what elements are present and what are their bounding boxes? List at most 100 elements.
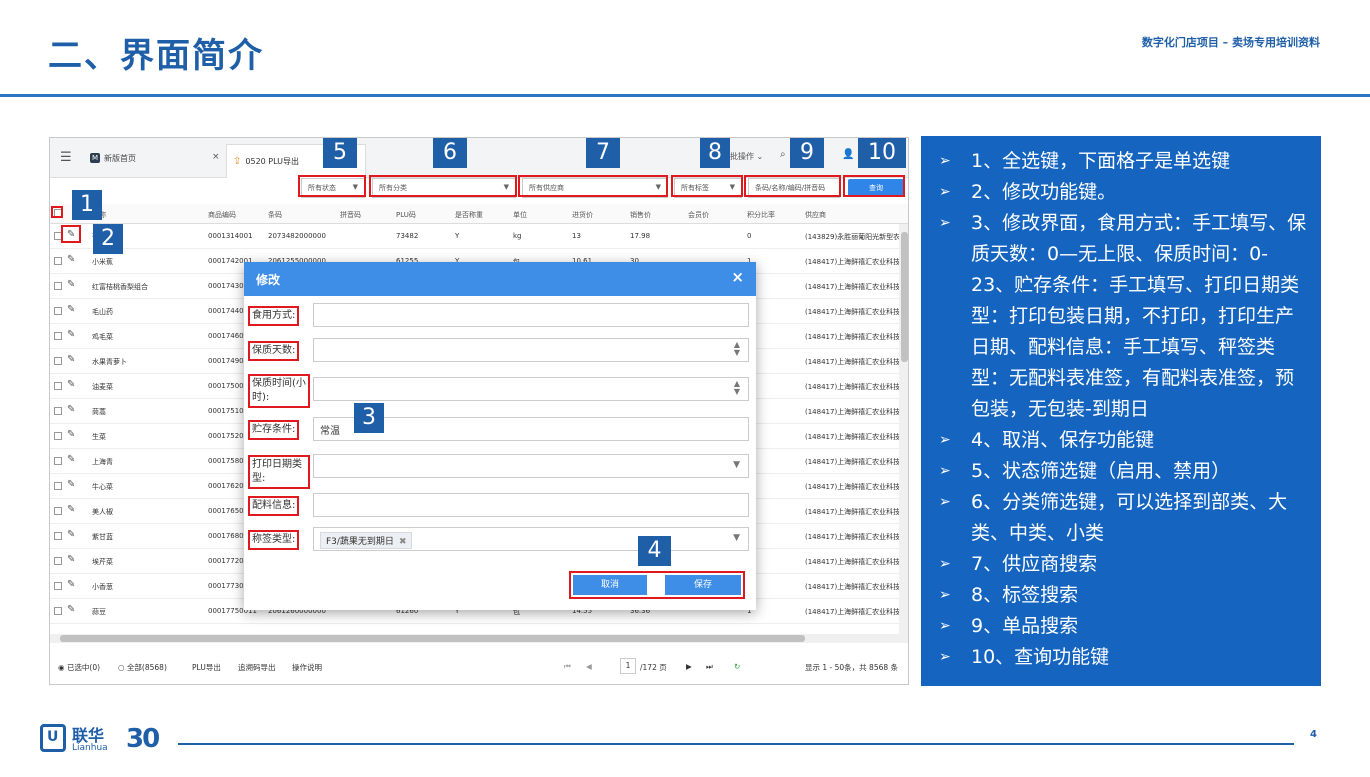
menu-icon[interactable]: ☰ bbox=[60, 150, 72, 165]
edit-icon[interactable]: ✎ bbox=[67, 379, 75, 390]
cancel-button[interactable]: 取消 bbox=[573, 575, 647, 595]
tab-home-label: 新版首页 bbox=[104, 153, 136, 163]
edit-icon[interactable]: ✎ bbox=[67, 479, 75, 490]
row-checkbox[interactable] bbox=[54, 582, 62, 590]
panel-item: ➢ 9、单品搜索 bbox=[935, 611, 1307, 642]
col-supplier[interactable]: 供应商 bbox=[805, 210, 826, 220]
title-divider bbox=[0, 94, 1370, 97]
remove-tag-icon[interactable]: ✖ bbox=[399, 537, 407, 547]
search-icon[interactable]: ⌕ bbox=[780, 149, 786, 160]
plu-export-button[interactable]: PLU导出 bbox=[192, 662, 221, 673]
edit-icon[interactable]: ✎ bbox=[67, 529, 75, 540]
tab-close-icon[interactable]: × bbox=[212, 152, 220, 162]
cell-code: 00017510 bbox=[208, 407, 244, 415]
arrow-bullet-icon: ➢ bbox=[939, 618, 951, 634]
callout-2: 2 bbox=[93, 224, 123, 254]
edit-icon[interactable]: ✎ bbox=[67, 554, 75, 565]
row-checkbox[interactable] bbox=[54, 607, 62, 615]
arrow-bullet-icon: ➢ bbox=[939, 556, 951, 572]
arrow-bullet-icon: ➢ bbox=[939, 587, 951, 603]
row-checkbox[interactable] bbox=[54, 382, 62, 390]
save-button[interactable]: 保存 bbox=[665, 575, 741, 595]
panel-item: ➢ 8、标签搜索 bbox=[935, 580, 1307, 611]
prev-page-icon[interactable]: ◀ bbox=[586, 662, 592, 671]
col-cost[interactable]: 进货价 bbox=[572, 210, 593, 220]
row-checkbox[interactable] bbox=[54, 407, 62, 415]
edit-icon[interactable]: ✎ bbox=[67, 579, 75, 590]
shelf-hours-input[interactable]: ▲ ▼ bbox=[313, 377, 749, 401]
col-points[interactable]: 积分比率 bbox=[747, 210, 775, 220]
edit-icon[interactable]: ✎ bbox=[67, 404, 75, 415]
cell-name: 毛山药 bbox=[92, 308, 113, 316]
label-type-tag: F3/蔬果无到期日 ✖ bbox=[320, 532, 413, 549]
arrow-bullet-icon: ➢ bbox=[939, 649, 951, 665]
stepper-icon[interactable]: ▲ ▼ bbox=[734, 341, 740, 357]
row-checkbox[interactable] bbox=[54, 507, 62, 515]
eating-method-input[interactable] bbox=[313, 303, 749, 327]
help-link[interactable]: 操作说明 bbox=[292, 662, 322, 673]
label-type-select[interactable]: F3/蔬果无到期日 ✖ ▼ bbox=[313, 527, 749, 551]
cell-supplier: (148417)上海鲜禧汇农业科技 bbox=[805, 608, 901, 616]
col-weigh[interactable]: 是否称重 bbox=[455, 210, 483, 220]
page-input[interactable]: 1 bbox=[620, 658, 636, 674]
shelf-days-input[interactable]: ▲ ▼ bbox=[313, 338, 749, 362]
edit-icon[interactable]: ✎ bbox=[67, 354, 75, 365]
vertical-scrollbar[interactable] bbox=[899, 224, 908, 634]
row-checkbox[interactable] bbox=[54, 307, 62, 315]
radio-all[interactable]: ○ 全部(8568) bbox=[118, 662, 167, 673]
trace-export-button[interactable]: 追溯码导出 bbox=[238, 662, 276, 673]
edit-icon[interactable]: ✎ bbox=[67, 279, 75, 290]
col-plu[interactable]: PLU码 bbox=[396, 210, 416, 220]
tab-home[interactable]: M 新版首页 bbox=[90, 146, 225, 170]
close-icon[interactable]: × bbox=[731, 268, 744, 286]
col-barcode[interactable]: 条码 bbox=[268, 210, 282, 220]
edit-icon[interactable]: ✎ bbox=[67, 254, 75, 265]
edit-icon[interactable]: ✎ bbox=[67, 504, 75, 515]
panel-item: ➢ 3、修改界面，食用方式：手工填写、保质天数：0—无上限、保质时间：0-23、贮… bbox=[935, 208, 1307, 425]
cell-name: 美人椒 bbox=[92, 508, 113, 516]
chevron-down-icon: ▼ bbox=[733, 460, 740, 470]
shelf-hours-label: 保质时间(小时): bbox=[248, 374, 310, 408]
next-page-icon[interactable]: ▶ bbox=[686, 662, 692, 671]
user-icon[interactable]: 👤 bbox=[842, 149, 854, 160]
col-unit[interactable]: 单位 bbox=[513, 210, 527, 220]
cell-barcode: 2073482000000 bbox=[268, 232, 326, 240]
row-checkbox[interactable] bbox=[54, 332, 62, 340]
col-price[interactable]: 销售价 bbox=[630, 210, 651, 220]
first-page-icon[interactable]: ⏮ bbox=[564, 662, 571, 672]
cell-name: 生菜 bbox=[92, 433, 106, 441]
row-checkbox[interactable] bbox=[54, 482, 62, 490]
panel-item-text: 4、取消、保存功能键 bbox=[971, 429, 1155, 451]
print-date-type-select[interactable]: ▼ bbox=[313, 454, 749, 478]
cell-plu: 73482 bbox=[396, 232, 419, 240]
horizontal-scrollbar[interactable] bbox=[50, 634, 908, 643]
row-checkbox[interactable] bbox=[54, 457, 62, 465]
edit-icon[interactable]: ✎ bbox=[67, 329, 75, 340]
row-checkbox[interactable] bbox=[54, 532, 62, 540]
refresh-icon[interactable]: ↻ bbox=[734, 662, 740, 671]
edit-icon[interactable]: ✎ bbox=[67, 604, 75, 615]
stepper-icon[interactable]: ▲ ▼ bbox=[734, 380, 740, 396]
batch-operation-menu[interactable]: 批操作 ⌄ bbox=[730, 151, 763, 162]
radio-selected[interactable]: ◉ 已选中(0) bbox=[58, 662, 100, 673]
edit-icon[interactable]: ✎ bbox=[67, 429, 75, 440]
last-page-icon[interactable]: ⏭ bbox=[706, 662, 713, 672]
edit-icon[interactable]: ✎ bbox=[67, 454, 75, 465]
cell-code: 00017720 bbox=[208, 557, 244, 565]
highlight-supplier bbox=[518, 175, 668, 197]
table-row[interactable]: ✎葡萄0001314001207348200000073482Ykg1317.9… bbox=[50, 224, 900, 249]
edit-icon[interactable]: ✎ bbox=[67, 304, 75, 315]
col-code[interactable]: 商品编码 bbox=[208, 210, 236, 220]
home-logo-icon: M bbox=[90, 153, 100, 163]
row-checkbox[interactable] bbox=[54, 357, 62, 365]
callout-10: 10 bbox=[858, 138, 906, 168]
cell-name: 牛心菜 bbox=[92, 483, 113, 491]
col-member-price[interactable]: 会员价 bbox=[688, 210, 709, 220]
col-pinyin[interactable]: 拼音码 bbox=[340, 210, 361, 220]
row-checkbox[interactable] bbox=[54, 557, 62, 565]
row-checkbox[interactable] bbox=[54, 432, 62, 440]
row-checkbox[interactable] bbox=[54, 282, 62, 290]
cell-name: 红富桔桃香梨组合 bbox=[92, 283, 148, 291]
row-checkbox[interactable] bbox=[54, 257, 62, 265]
ingredients-input[interactable] bbox=[313, 493, 749, 517]
